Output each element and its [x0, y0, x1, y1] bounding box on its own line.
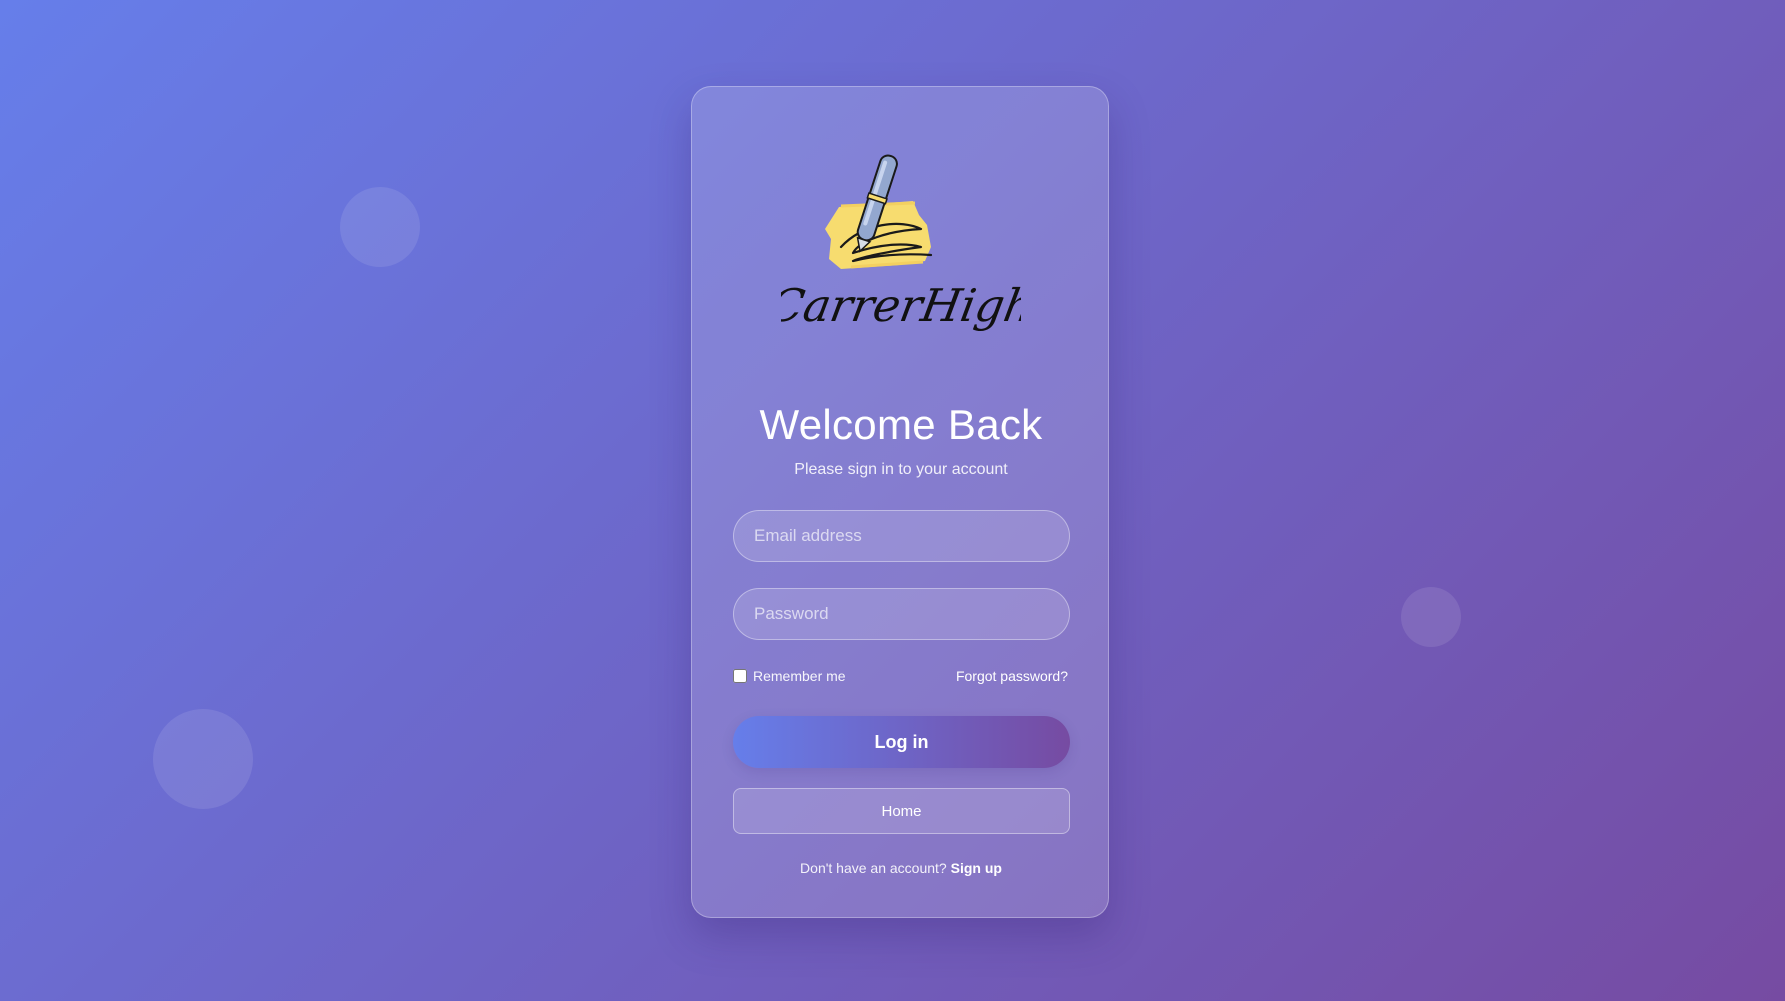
- forgot-password-link[interactable]: Forgot password?: [956, 668, 1068, 684]
- home-button[interactable]: Home: [733, 788, 1070, 834]
- decorative-bubble: [340, 187, 420, 267]
- signup-link[interactable]: Sign up: [951, 860, 1002, 876]
- signup-prompt-text: Don't have an account?: [800, 860, 947, 876]
- password-field[interactable]: [733, 588, 1070, 640]
- page-subtitle: Please sign in to your account: [794, 461, 1008, 478]
- decorative-bubble: [153, 709, 253, 809]
- email-field[interactable]: [733, 510, 1070, 562]
- decorative-bubble: [1401, 587, 1461, 647]
- login-button[interactable]: Log in: [733, 716, 1070, 768]
- login-card: CarrerHigh Welcome Back Please sign in t…: [691, 86, 1109, 918]
- page-title: Welcome Back: [759, 401, 1043, 448]
- signup-prompt: Don't have an account? Sign up: [692, 860, 1110, 876]
- svg-text:CarrerHigh: CarrerHigh: [781, 279, 1021, 332]
- pen-signature-icon: CarrerHigh: [781, 154, 1021, 332]
- brand-logo: CarrerHigh: [692, 149, 1110, 339]
- remember-me-label: Remember me: [753, 668, 846, 684]
- remember-me-option[interactable]: Remember me: [733, 668, 846, 684]
- remember-me-checkbox[interactable]: [733, 669, 747, 683]
